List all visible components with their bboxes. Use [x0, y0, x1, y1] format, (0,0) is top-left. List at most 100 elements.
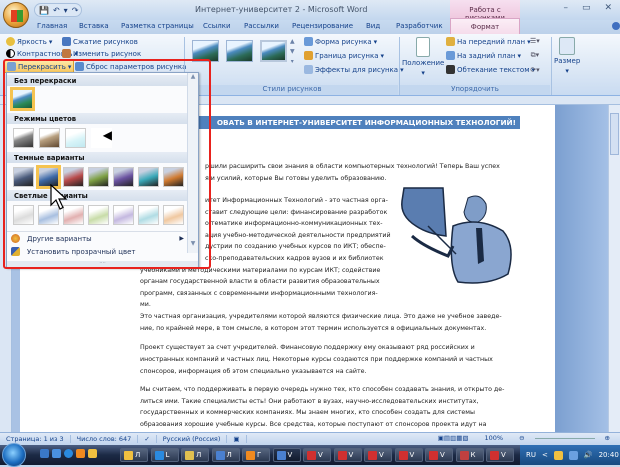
reset-picture-button[interactable]: Сброс параметров рисунка — [75, 62, 186, 71]
taskbar-button[interactable]: К — [455, 448, 484, 462]
swatch-dark-6[interactable] — [163, 167, 184, 187]
tab-format[interactable]: Формат — [450, 18, 520, 34]
zoom-out-button[interactable]: ⊖ — [513, 434, 530, 442]
more-variations-item[interactable]: Другие варианты ▶ — [7, 231, 188, 245]
swatch-dark-0[interactable] — [13, 167, 34, 187]
zoom-slider[interactable] — [534, 437, 595, 439]
swatch-dark-3[interactable] — [88, 167, 109, 187]
taskbar-button[interactable]: V — [303, 448, 331, 462]
picture-shape-button[interactable]: Форма рисунка ▾ — [304, 37, 377, 46]
swatch-black-white[interactable]: ◀ — [91, 128, 112, 148]
taskbar-button[interactable]: V — [394, 448, 423, 462]
vertical-scrollbar[interactable] — [608, 105, 620, 432]
word-count[interactable]: Число слов: 647 — [71, 435, 139, 443]
tab-page-layout[interactable]: Разметка страницы — [121, 22, 194, 30]
taskbar-button[interactable]: V — [333, 448, 362, 462]
clipart-presenter-image[interactable] — [398, 186, 524, 286]
swatch-dark-4[interactable] — [113, 167, 134, 187]
zoom-level[interactable]: 100% — [479, 434, 510, 442]
messenger-icon[interactable] — [88, 449, 97, 458]
picture-style-1[interactable] — [192, 40, 219, 62]
start-button[interactable] — [2, 443, 26, 467]
scrollbar-thumb[interactable] — [610, 113, 619, 155]
brightness-button[interactable]: Яркость ▾ — [6, 37, 52, 46]
help-icon[interactable] — [612, 22, 620, 30]
switch-windows-icon[interactable] — [52, 449, 61, 458]
macro-icon[interactable]: ▣ — [227, 435, 247, 443]
swatch-dark-5[interactable] — [138, 167, 159, 187]
ie-icon[interactable] — [64, 449, 73, 458]
swatch-light-6[interactable] — [163, 205, 184, 225]
picture-style-2[interactable] — [226, 40, 253, 62]
spellcheck-icon[interactable]: ✓ — [138, 435, 157, 443]
swatch-grayscale[interactable] — [13, 128, 34, 148]
input-language[interactable]: RU — [526, 451, 536, 459]
taskbar-button[interactable]: Г — [242, 448, 270, 462]
send-to-back-button[interactable]: На задний план ▾ — [446, 51, 521, 60]
dropdown-scrollbar[interactable]: ▲ ▼ — [187, 73, 198, 253]
bring-to-front-button[interactable]: На передний план ▾ — [446, 37, 531, 46]
compress-pictures-button[interactable]: Сжатие рисунков — [62, 37, 138, 46]
swatch-no-recolor[interactable] — [10, 87, 35, 111]
view-buttons[interactable]: ▣▤▥▦▧ — [432, 434, 475, 442]
rotate-icon[interactable]: ⟳▾ — [530, 66, 539, 74]
volume-icon[interactable]: 🔊 — [584, 451, 593, 459]
maximize-button[interactable]: ▭ — [582, 3, 591, 13]
tab-references[interactable]: Ссылки — [203, 22, 231, 30]
picture-effects-button[interactable]: Эффекты для рисунка ▾ — [304, 65, 404, 74]
align-icon[interactable]: ☰▾ — [530, 37, 540, 45]
swatch-washout[interactable] — [65, 128, 86, 148]
swatch-light-0[interactable] — [13, 205, 34, 225]
office-button[interactable] — [3, 2, 29, 28]
taskbar-button[interactable]: V — [425, 448, 453, 462]
language-indicator[interactable]: Русский (Россия) — [157, 435, 228, 443]
minimize-button[interactable]: – — [563, 3, 568, 13]
swatch-light-3[interactable] — [88, 205, 109, 225]
media-player-icon[interactable] — [76, 449, 85, 458]
taskbar-button[interactable]: L — [150, 448, 179, 462]
zoom-in-button[interactable]: ⊕ — [599, 434, 616, 442]
tab-mailings[interactable]: Рассылки — [244, 22, 279, 30]
taskbar-button[interactable]: V — [364, 448, 392, 462]
taskbar-button[interactable]: Л — [181, 448, 209, 462]
text-line: ршили расширить свои знания в области ко… — [205, 163, 500, 170]
align-group-rotate[interactable]: ☰▾ ⧉▾ ⟳▾ — [530, 37, 540, 74]
tab-insert[interactable]: Вставка — [79, 22, 109, 30]
clock[interactable]: 20:40 — [599, 451, 619, 459]
undo-icon[interactable]: ↶ — [53, 6, 60, 15]
change-picture-button[interactable]: Изменить рисунок — [62, 49, 141, 58]
page-count[interactable]: Страница: 1 из 3 — [0, 435, 71, 443]
taskbar-button[interactable]: Л — [120, 448, 148, 462]
tab-home[interactable]: Главная — [37, 22, 67, 30]
taskbar-button[interactable]: Л — [211, 448, 240, 462]
zoom-controls: ▣▤▥▦▧ 100% ⊖ ⊕ — [432, 434, 616, 442]
tab-view[interactable]: Вид — [366, 22, 380, 30]
taskbar-label: V — [287, 451, 293, 459]
position-button[interactable]: Положение ▾ — [402, 37, 444, 77]
tab-review[interactable]: Рецензирование — [292, 22, 353, 30]
size-button[interactable]: Размер ▾ — [554, 37, 580, 75]
swatch-light-4[interactable] — [113, 205, 134, 225]
network-icon[interactable] — [568, 450, 578, 460]
tray-icon[interactable] — [553, 450, 563, 460]
show-desktop-icon[interactable] — [40, 449, 49, 458]
swatch-light-5[interactable] — [138, 205, 159, 225]
redo-icon[interactable]: ↷ — [72, 6, 79, 15]
picture-border-button[interactable]: Граница рисунка ▾ — [304, 51, 384, 60]
close-button[interactable]: ✕ — [604, 3, 612, 13]
taskbar-button[interactable]: V — [272, 448, 301, 462]
taskbar-button[interactable]: V — [486, 448, 514, 462]
swatch-sepia[interactable] — [39, 128, 60, 148]
tab-developer[interactable]: Разработчик — [396, 22, 443, 30]
styles-gallery-scroll[interactable]: ▲ ▼ ▾ — [290, 38, 295, 65]
set-transparent-color-item[interactable]: Установить прозрачный цвет — [7, 245, 188, 259]
undo-dropdown-icon[interactable]: ▾ — [64, 6, 68, 15]
text-wrap-button[interactable]: Обтекание текстом ▾ — [446, 65, 535, 74]
tray-expand[interactable]: < — [542, 451, 548, 459]
group-icon[interactable]: ⧉▾ — [531, 51, 540, 60]
resize-grip[interactable]: ···· — [7, 261, 198, 267]
app-icon — [124, 451, 133, 460]
recolor-icon — [7, 62, 16, 71]
save-icon[interactable]: 💾 — [39, 6, 49, 15]
picture-style-3[interactable] — [260, 40, 287, 62]
